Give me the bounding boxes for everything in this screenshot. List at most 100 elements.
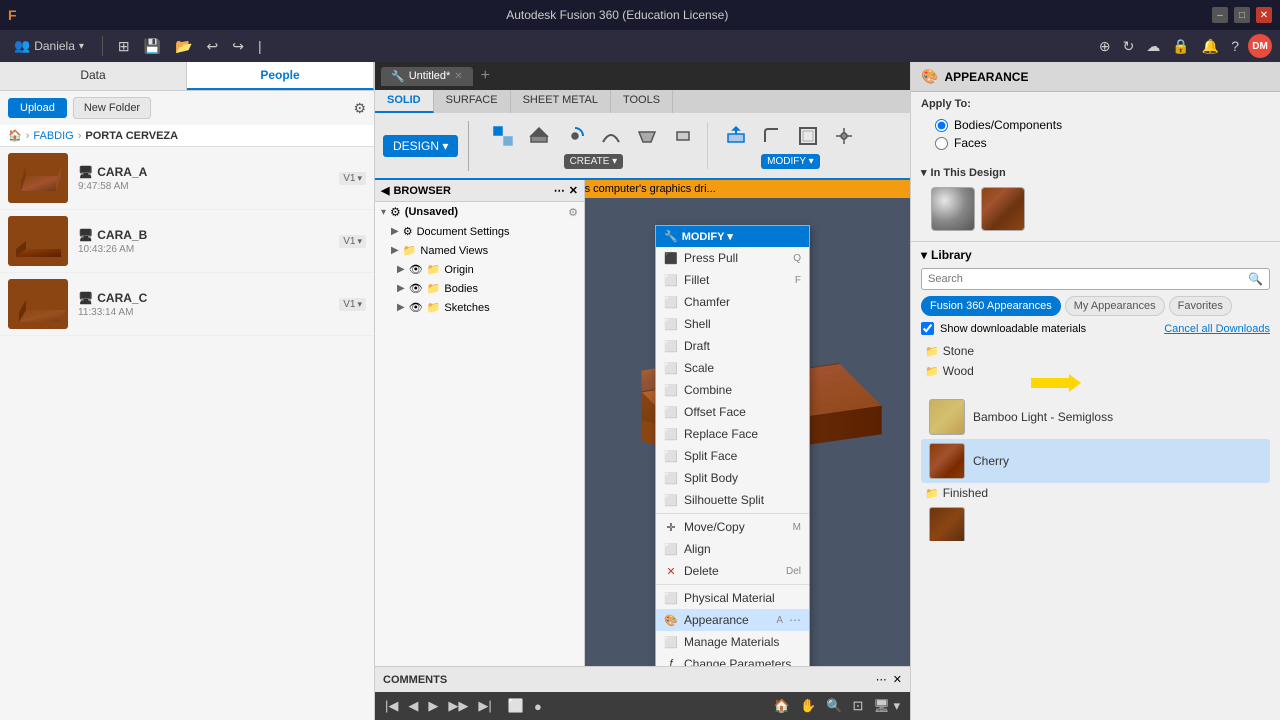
user-menu[interactable]: 👥 Daniela ▾ — [8, 36, 90, 56]
collapse-icon[interactable]: ▾ — [921, 166, 927, 179]
new-folder-button[interactable]: New Folder — [73, 97, 151, 119]
fusion-appearances-tab[interactable]: Fusion 360 Appearances — [921, 296, 1061, 316]
revolve-btn[interactable] — [559, 122, 591, 150]
home-icon[interactable]: 🏠 — [8, 129, 22, 142]
metal-swatch[interactable] — [931, 187, 975, 231]
browser-item[interactable]: ▶ 👁 📁 Sketches — [375, 298, 584, 317]
play-forward-icon[interactable]: ▶▶ — [446, 696, 470, 716]
play-icon[interactable]: ▶ — [426, 696, 440, 716]
fillet-btn[interactable] — [756, 122, 788, 150]
display-icon[interactable]: 🖥 ▾ — [871, 696, 902, 716]
refresh-icon[interactable]: ↻ — [1120, 35, 1138, 58]
browser-item[interactable]: ▶ 📁 Named Views — [375, 241, 584, 260]
select-icon[interactable]: ⬜ — [506, 696, 526, 716]
bamboo-material-row[interactable]: Bamboo Light - Semigloss — [921, 395, 1270, 439]
press-pull-btn[interactable] — [720, 122, 752, 150]
sweep-btn[interactable] — [595, 122, 627, 150]
cloud-icon[interactable]: ☁ — [1143, 35, 1163, 58]
change-params-item[interactable]: f Change Parameters — [656, 653, 809, 666]
browser-item[interactable]: ▶ ⚙ Document Settings — [375, 222, 584, 241]
wood-category[interactable]: 📁 Wood — [921, 361, 1270, 381]
avatar[interactable]: DM — [1248, 34, 1272, 58]
bodies-radio[interactable] — [935, 119, 948, 132]
fit-icon[interactable]: ⊡ — [850, 696, 865, 716]
ribbon-tab-solid[interactable]: SOLID — [375, 90, 434, 113]
plus-icon[interactable]: ⊕ — [1096, 35, 1114, 58]
browser-item[interactable]: ▶ 👁 📁 Origin — [375, 260, 584, 279]
lock-icon[interactable]: 🔒 — [1169, 35, 1192, 58]
browser-close[interactable]: ✕ — [569, 184, 578, 197]
point-icon[interactable]: ● — [532, 697, 544, 716]
rib-btn[interactable] — [667, 122, 699, 150]
list-item[interactable]: 🖥 CARA_B 10:43:26 AM V1 ▾ — [0, 210, 374, 273]
faces-radio[interactable] — [935, 137, 948, 150]
search-icon[interactable]: 🔍 — [1248, 272, 1263, 286]
new-component-btn[interactable] — [487, 122, 519, 150]
tab-people[interactable]: People — [187, 62, 374, 90]
modify-button[interactable]: MODIFY ▾ — [761, 154, 820, 169]
downloadable-checkbox[interactable] — [921, 322, 934, 335]
browser-item[interactable]: ▾ ⚙ (Unsaved) ⚙ — [375, 202, 584, 222]
home-view-icon[interactable]: 🏠 — [772, 696, 792, 716]
browser-item[interactable]: ▶ 👁 📁 Bodies — [375, 279, 584, 298]
chamfer-item[interactable]: ⬜ Chamfer — [656, 291, 809, 313]
bell-icon[interactable]: 🔔 — [1199, 35, 1222, 58]
replace-face-item[interactable]: ⬜ Replace Face — [656, 423, 809, 445]
help-icon[interactable]: ? — [1228, 35, 1242, 57]
my-appearances-tab[interactable]: My Appearances — [1065, 296, 1165, 316]
comments-options[interactable]: ⋯ — [876, 673, 887, 686]
combine-item[interactable]: ⬜ Combine — [656, 379, 809, 401]
design-button[interactable]: DESIGN ▾ — [383, 135, 458, 157]
grid-icon[interactable]: ⊞ — [115, 35, 133, 58]
silhouette-split-item[interactable]: ⬜ Silhouette Split — [656, 489, 809, 511]
minimize-button[interactable]: – — [1212, 7, 1228, 23]
offset-face-item[interactable]: ⬜ Offset Face — [656, 401, 809, 423]
settings-icon[interactable]: ⚙ — [353, 100, 366, 117]
ribbon-tab-surface[interactable]: SURFACE — [434, 90, 511, 113]
maximize-button[interactable]: □ — [1234, 7, 1250, 23]
shell-item[interactable]: ⬜ Shell — [656, 313, 809, 335]
close-button[interactable]: ✕ — [1256, 7, 1272, 23]
favorites-tab[interactable]: Favorites — [1169, 296, 1232, 316]
scale-item[interactable]: ⬜ Scale — [656, 357, 809, 379]
draft-item[interactable]: ⬜ Draft — [656, 335, 809, 357]
tab-data[interactable]: Data — [0, 62, 187, 90]
extra-material-row[interactable] — [921, 503, 1270, 541]
stone-category[interactable]: 📁 Stone — [921, 341, 1270, 361]
appearance-item[interactable]: 🎨 Appearance A ⋯ — [656, 609, 809, 631]
physical-material-item[interactable]: ⬜ Physical Material — [656, 587, 809, 609]
cancel-downloads-link[interactable]: Cancel all Downloads — [1164, 323, 1270, 335]
library-search[interactable]: 🔍 — [921, 268, 1270, 290]
delete-item[interactable]: ✕ Delete Del — [656, 560, 809, 582]
list-item[interactable]: 🖥 CARA_A 9:47:58 AM V1 ▾ — [0, 147, 374, 210]
breadcrumb-fabdig[interactable]: FABDIG — [33, 130, 73, 142]
faces-option[interactable]: Faces — [935, 136, 1256, 150]
browser-toggle[interactable]: ◀ — [381, 184, 389, 197]
redo-icon[interactable]: ↪ — [229, 35, 247, 58]
shell-btn[interactable] — [792, 122, 824, 150]
manage-materials-item[interactable]: ⬜ Manage Materials — [656, 631, 809, 653]
comments-close[interactable]: ✕ — [893, 673, 902, 686]
save-icon[interactable]: 💾 — [141, 35, 164, 58]
move-btn[interactable] — [828, 122, 860, 150]
pan-icon[interactable]: ✋ — [798, 696, 818, 716]
press-pull-item[interactable]: ⬛ Press Pull Q — [656, 247, 809, 269]
create-button[interactable]: CREATE ▾ — [564, 154, 624, 169]
split-body-item[interactable]: ⬜ Split Body — [656, 467, 809, 489]
search-input[interactable] — [928, 273, 1244, 285]
browser-options[interactable]: ⋯ — [554, 184, 565, 197]
zoom-icon[interactable]: 🔍 — [824, 696, 844, 716]
untitled-tab[interactable]: 🔧 Untitled* ✕ — [381, 67, 473, 86]
move-copy-item[interactable]: ✛ Move/Copy M — [656, 516, 809, 538]
open-icon[interactable]: 📂 — [172, 35, 195, 58]
ribbon-tab-sheetmetal[interactable]: SHEET METAL — [511, 90, 611, 113]
undo-icon[interactable]: ↩ — [204, 35, 222, 58]
close-tab-icon[interactable]: ✕ — [454, 71, 462, 82]
play-start-icon[interactable]: |◀ — [383, 696, 400, 716]
play-end-icon[interactable]: ▶| — [476, 696, 493, 716]
play-back-icon[interactable]: ◀ — [406, 696, 420, 716]
ribbon-tab-tools[interactable]: TOOLS — [611, 90, 673, 113]
wood-swatch[interactable] — [981, 187, 1025, 231]
list-item[interactable]: 🖥 CARA_C 11:33:14 AM V1 ▾ — [0, 273, 374, 336]
split-face-item[interactable]: ⬜ Split Face — [656, 445, 809, 467]
